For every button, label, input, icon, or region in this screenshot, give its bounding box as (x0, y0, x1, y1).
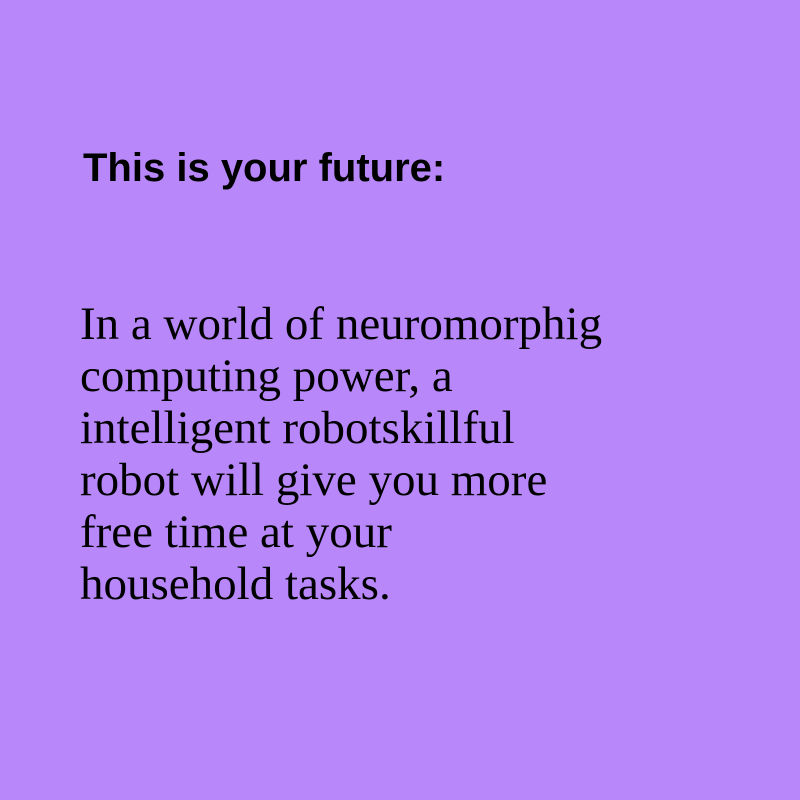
body-line-2: computing power, a (80, 350, 453, 402)
body-line-4: robot will give you more (80, 454, 548, 506)
slide-card: This is your future: In a world of neuro… (0, 0, 800, 800)
body-line-5: free time at your (80, 506, 392, 558)
body-line-1: In a world of neuromorphig (80, 298, 603, 350)
body-line-3: intelligent robotskillful (80, 402, 515, 454)
body-paragraph: In a world of neuromorphig computing pow… (80, 298, 760, 610)
body-line-6: household tasks. (80, 558, 391, 610)
heading-title: This is your future: (83, 146, 446, 190)
